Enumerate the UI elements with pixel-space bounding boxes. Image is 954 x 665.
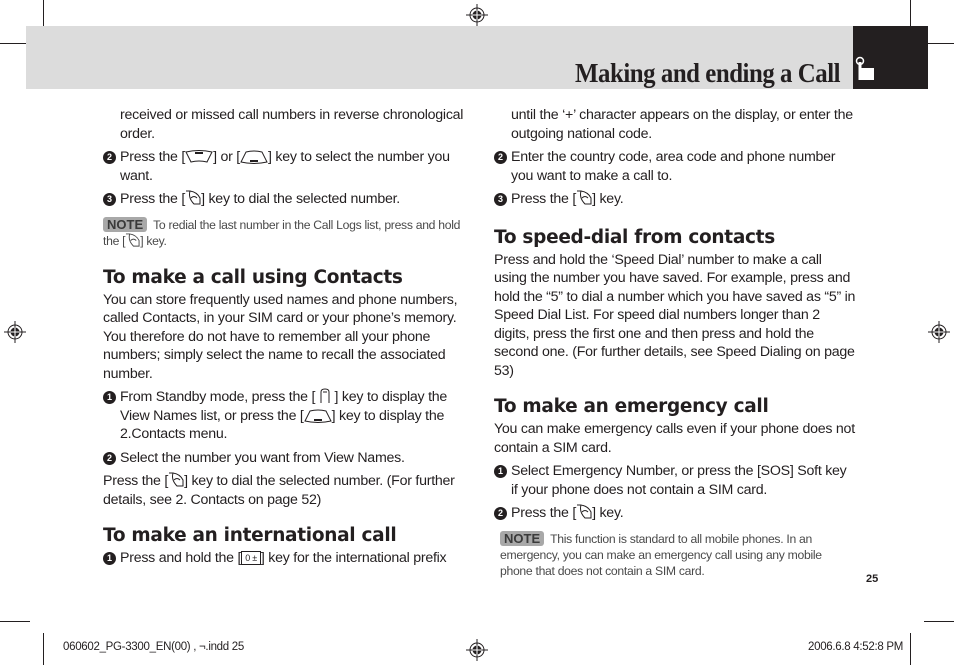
crop-mark-top-right-horizontal <box>924 43 954 44</box>
call-logs-step-2: 2 Press the [] or [] key to select the n… <box>103 148 465 185</box>
step-number-badge: 2 <box>494 151 507 164</box>
emergency-step-2: 2 Press the [] key. <box>494 504 856 523</box>
emergency-body: You can make emergency calls even if you… <box>494 421 855 456</box>
step-number-badge: 3 <box>103 193 116 206</box>
soft-key-icon <box>320 388 330 403</box>
hand-pointer-icon <box>855 56 874 80</box>
call-logs-continuation: received or missed call numbers in rever… <box>120 107 464 142</box>
contacts-step-1: 1 From Standby mode, press the [ ] key t… <box>103 388 465 444</box>
registration-mark-icon <box>928 321 950 343</box>
call-logs-step-3: 3 Press the [] key to dial the selected … <box>103 190 465 209</box>
registration-mark-icon <box>466 4 488 26</box>
emergency-note: NOTE This function is standard to all mob… <box>500 530 822 578</box>
step-number-badge: 1 <box>494 465 507 478</box>
left-column: received or missed call numbers in rever… <box>103 106 465 568</box>
down-nav-key-icon <box>303 409 332 423</box>
page-number: 25 <box>866 573 879 585</box>
page-title: Making and ending a Call <box>574 58 841 88</box>
international-step-1: 1 Press and hold the [0 ±] key for the i… <box>103 549 465 568</box>
international-heading: To make an international call <box>103 525 397 546</box>
send-key-icon <box>126 232 140 247</box>
contacts-step-2: 2 Select the number you want from View N… <box>103 449 465 468</box>
contacts-closing: Press the [] key to dial the selected nu… <box>103 472 455 508</box>
registration-mark-icon <box>466 639 488 661</box>
emergency-heading: To make an emergency call <box>494 396 769 417</box>
step-number-badge: 1 <box>103 552 116 565</box>
right-column: until the ‘+’ character appears on the d… <box>494 106 856 579</box>
contacts-heading: To make a call using Contacts <box>103 266 403 288</box>
send-key-icon <box>186 190 201 205</box>
send-key-icon <box>577 504 592 519</box>
contacts-body: You can store frequently used names and … <box>103 291 458 382</box>
international-step-3: 3 Press the [] key. <box>494 190 856 209</box>
step-number-badge: 2 <box>103 151 116 164</box>
crop-mark-bottom-left-vertical <box>43 633 44 665</box>
footer-timestamp: 2006.6.8 4:52:8 PM <box>808 641 903 653</box>
note-badge: NOTE <box>103 216 148 232</box>
crop-mark-bottom-right-horizontal <box>924 621 954 622</box>
registration-mark-icon <box>4 321 26 343</box>
down-nav-key-icon <box>240 150 268 164</box>
send-key-icon <box>577 190 592 205</box>
redial-note: NOTE To redial the last number in the Cal… <box>103 216 461 248</box>
footer-file-name: 060602_PG-3300_EN(00) , ¬.indd 25 <box>63 641 244 653</box>
step-number-badge: 3 <box>494 193 507 206</box>
international-continuation: until the ‘+’ character appears on the d… <box>511 107 853 142</box>
emergency-step-1: 1 Select Emergency Number, or press the … <box>494 462 856 499</box>
zero-plus-key-icon: 0 ± <box>241 551 261 565</box>
step-number-badge: 2 <box>103 451 116 465</box>
speed-dial-heading: To speed-dial from contacts <box>494 226 775 248</box>
note-badge: NOTE <box>500 530 545 546</box>
step-number-badge: 2 <box>494 507 507 520</box>
speed-dial-body: Press and hold the ‘Speed Dial’ number t… <box>494 251 856 379</box>
international-step-2: 2 Enter the country code, area code and … <box>494 148 856 185</box>
up-nav-key-icon <box>185 150 213 163</box>
crop-mark-bottom-left-horizontal <box>0 621 30 622</box>
send-key-icon <box>169 472 184 487</box>
step-number-badge: 1 <box>103 391 116 404</box>
crop-mark-bottom-right-vertical <box>910 633 911 665</box>
